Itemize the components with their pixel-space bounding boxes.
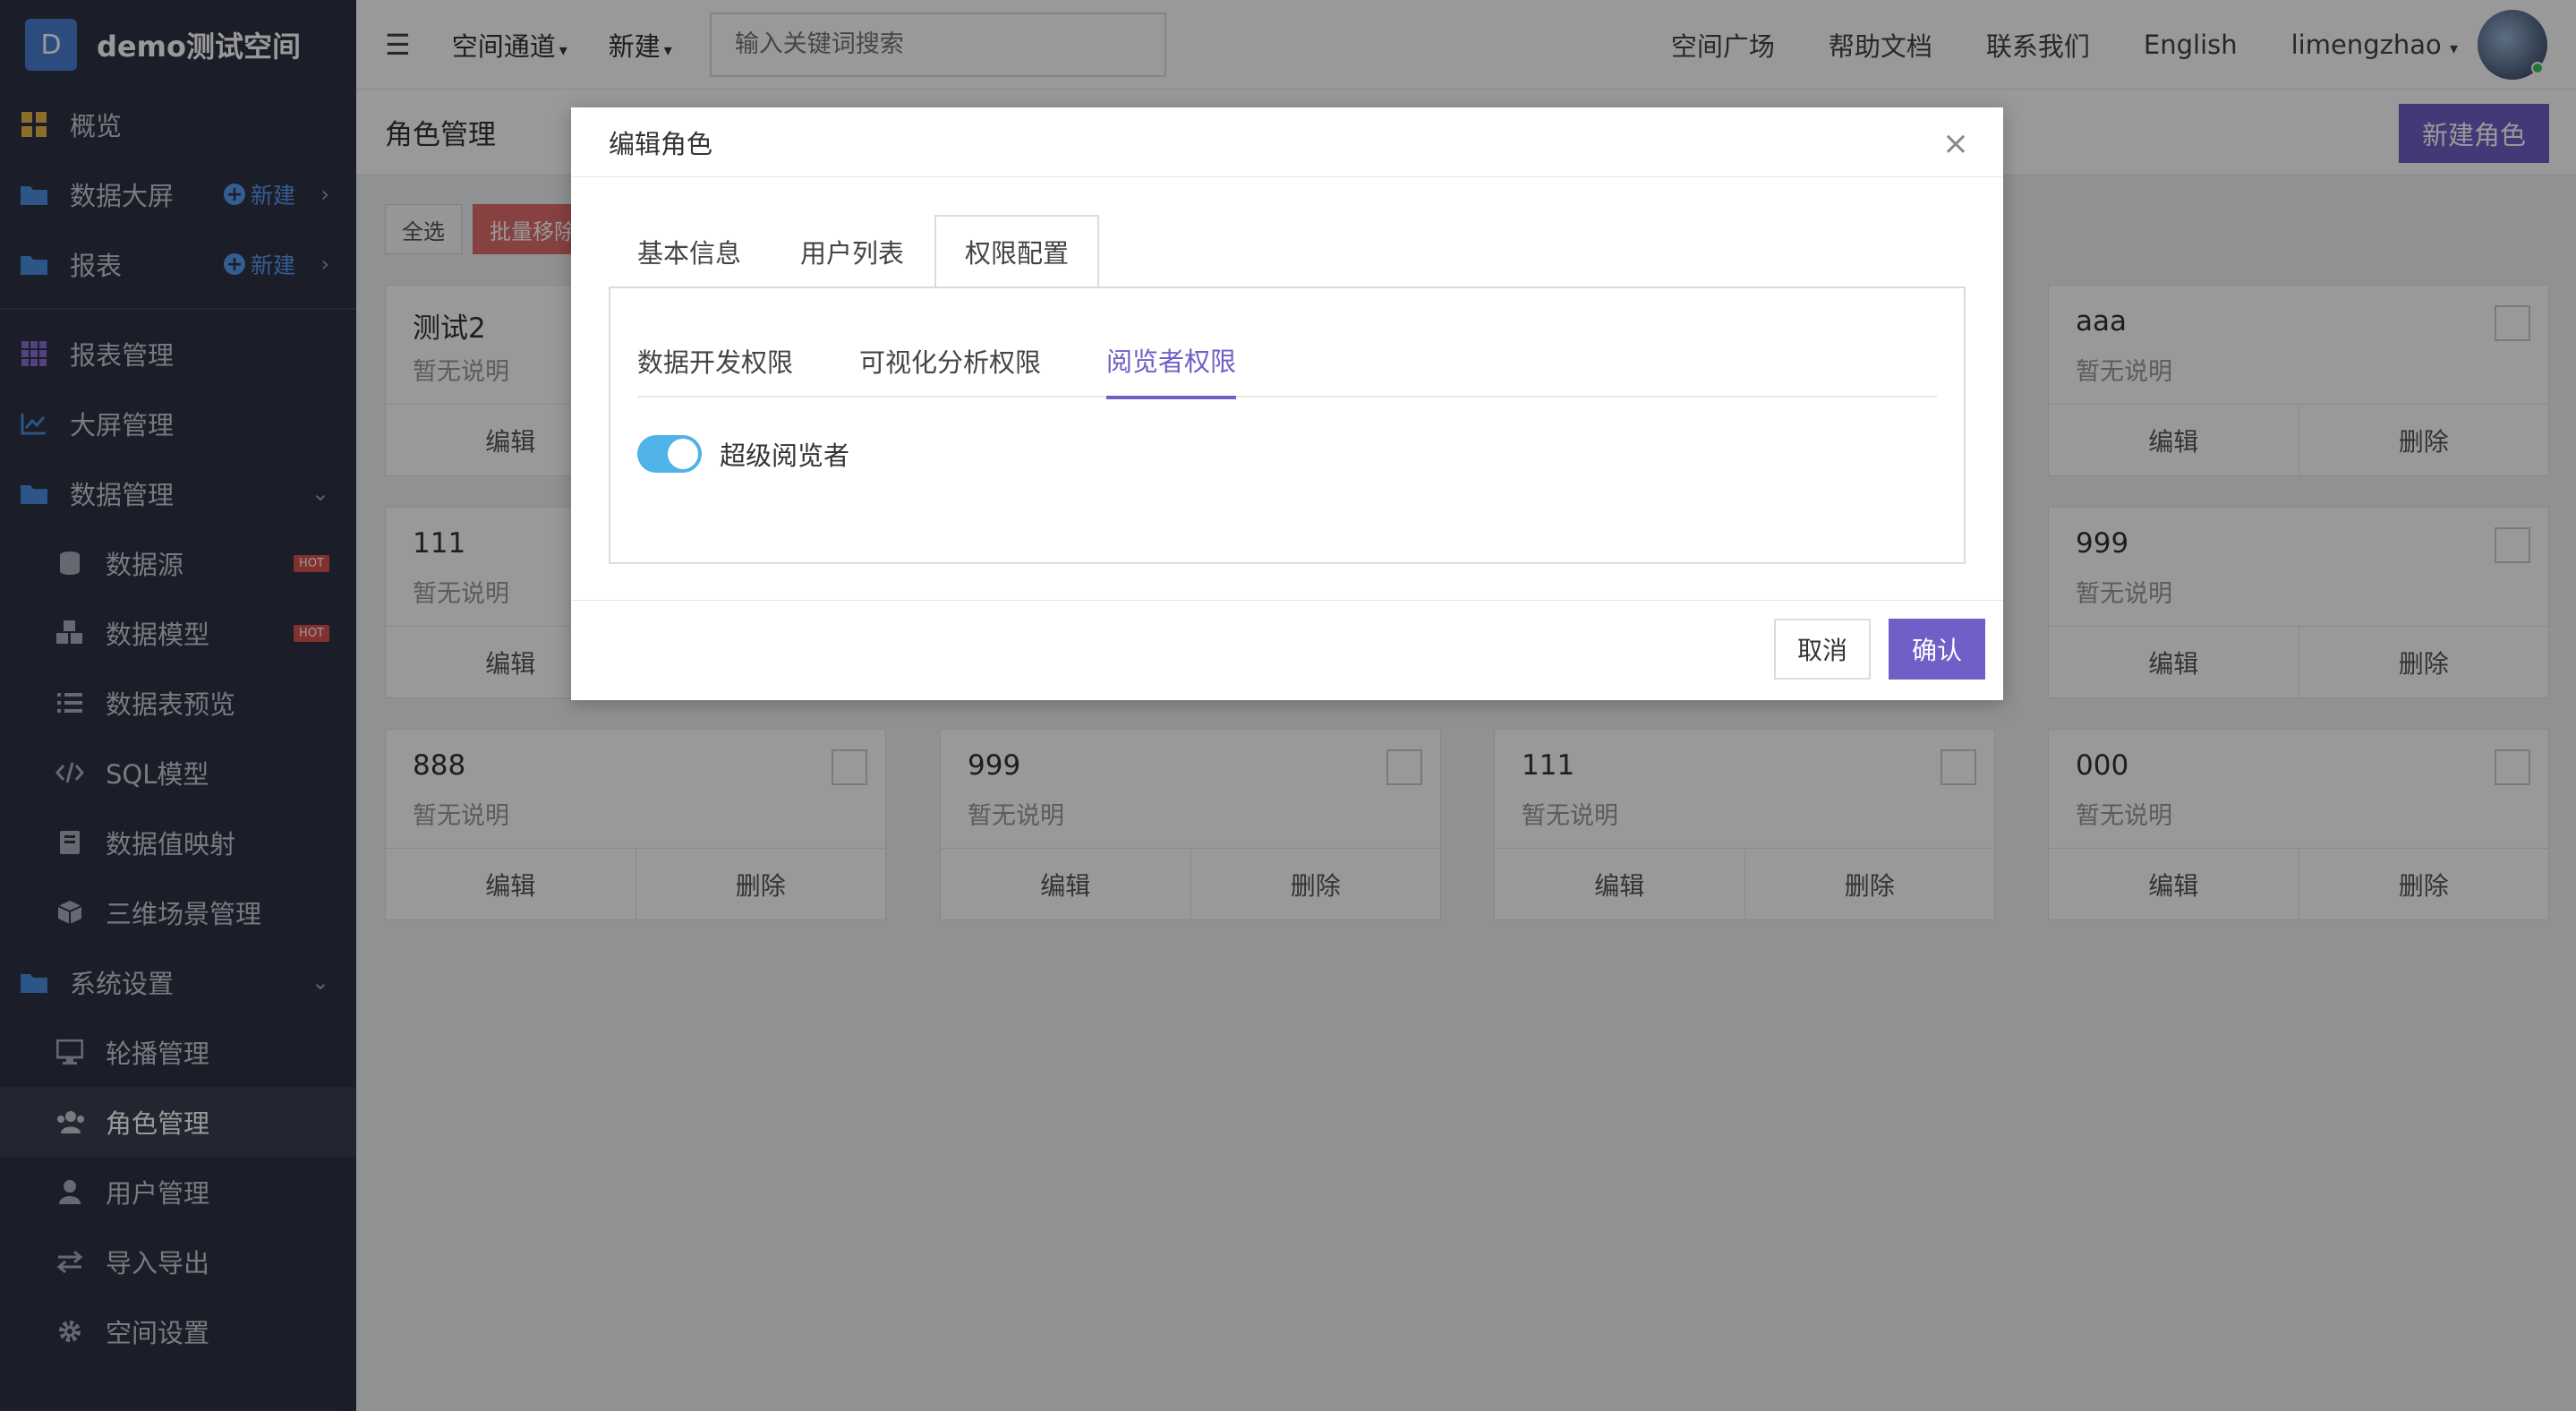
dialog-footer: 取消 确认 [571, 600, 2003, 700]
dialog-title: 编辑角色 [609, 128, 713, 159]
permissions-panel: 数据开发权限 可视化分析权限 阅览者权限 超级阅览者 [609, 286, 1966, 564]
toggle-knob [668, 439, 698, 469]
super-viewer-label: 超级阅览者 [720, 440, 850, 471]
dialog-header: 编辑角色 [571, 107, 2003, 177]
confirm-button[interactable]: 确认 [1889, 619, 1985, 680]
permission-subtabs: 数据开发权限 可视化分析权限 阅览者权限 [637, 324, 1937, 399]
edit-role-dialog: 编辑角色 × 基本信息 用户列表 权限配置 数据开发权限 可视化分析权限 阅览者… [571, 107, 2003, 700]
super-viewer-toggle[interactable] [637, 435, 702, 473]
cancel-button[interactable]: 取消 [1774, 619, 1871, 680]
dialog-tabs: 基本信息 用户列表 权限配置 [609, 215, 1966, 288]
tab-basic-info[interactable]: 基本信息 [609, 215, 770, 288]
close-icon[interactable]: × [1942, 125, 1969, 162]
subtab-visual-analysis[interactable]: 可视化分析权限 [859, 324, 1041, 398]
super-viewer-row: 超级阅览者 [637, 435, 849, 473]
subtab-data-dev[interactable]: 数据开发权限 [637, 324, 793, 398]
subtab-viewer[interactable]: 阅览者权限 [1106, 324, 1237, 399]
tab-user-list[interactable]: 用户列表 [772, 215, 933, 288]
tab-permissions[interactable]: 权限配置 [934, 215, 1100, 288]
